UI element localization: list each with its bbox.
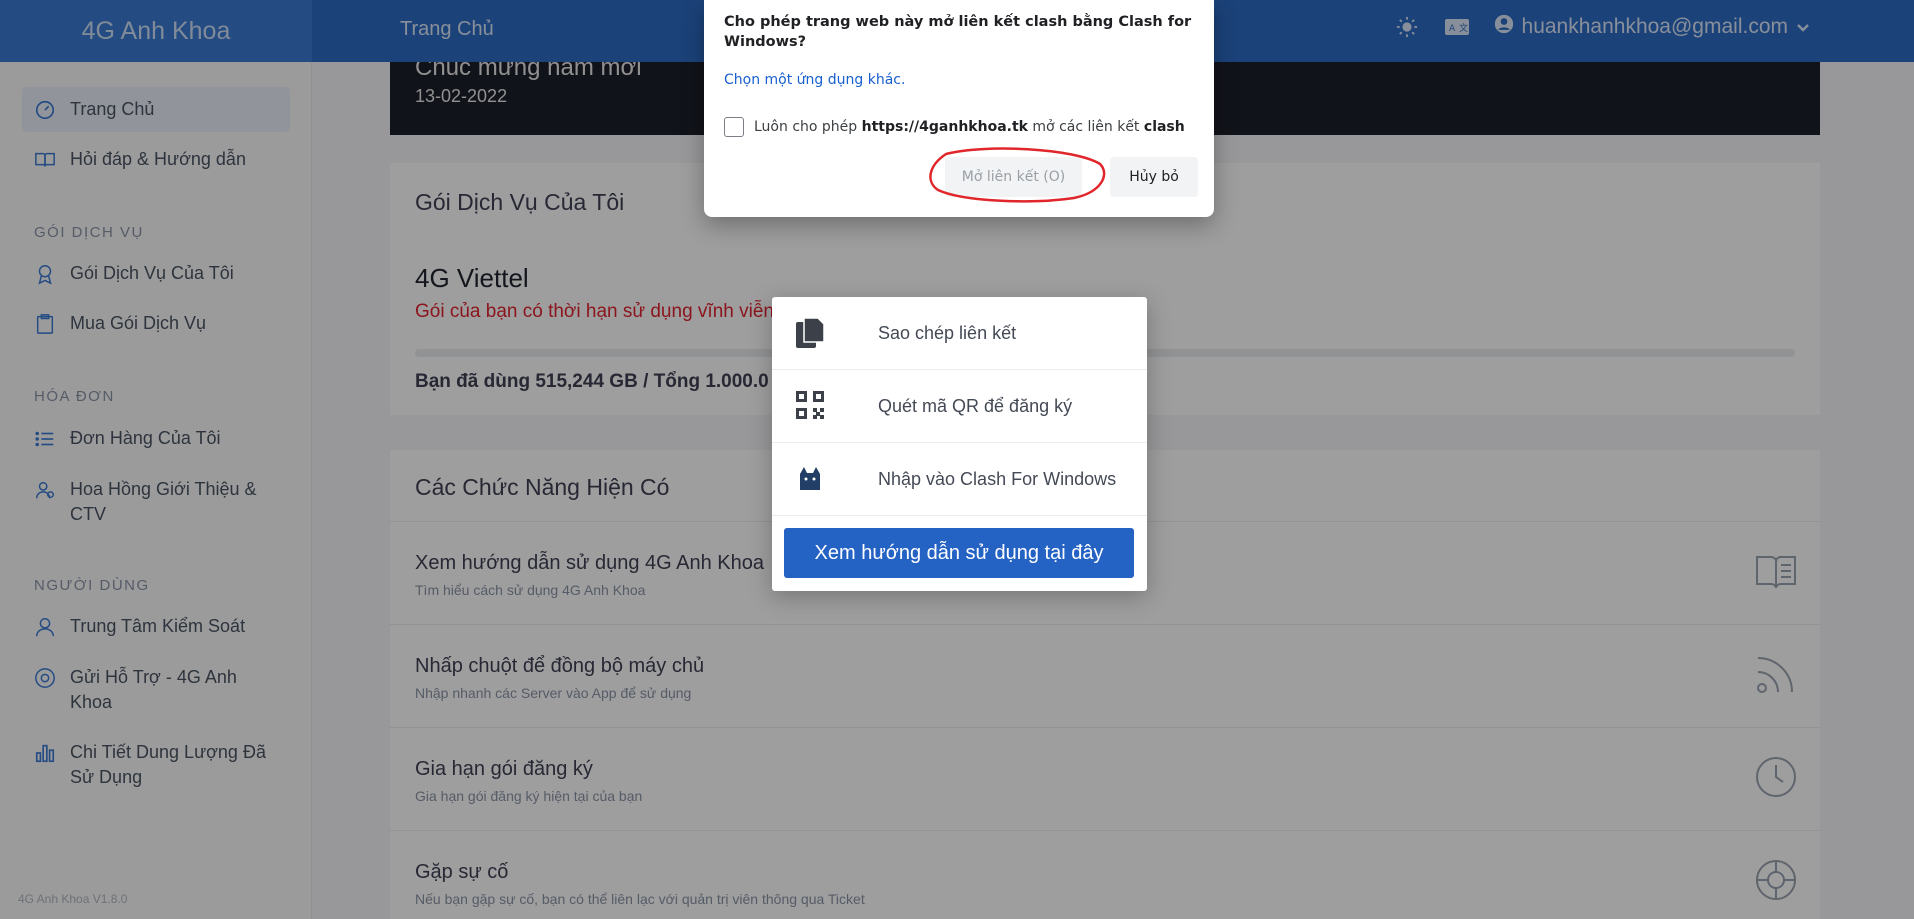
always-allow-checkbox[interactable] xyxy=(724,117,744,137)
open-link-button[interactable]: Mở liên kết (O) xyxy=(945,157,1082,197)
cancel-button[interactable]: Hủy bỏ xyxy=(1110,157,1198,197)
copy-icon xyxy=(794,316,826,350)
qr-code-icon xyxy=(794,389,826,423)
menu-item-label: Quét mã QR để đăng ký xyxy=(878,395,1073,416)
subscription-action-menu: Sao chép liên kết Quét mã QR để đăng ký … xyxy=(772,297,1147,591)
cat-icon xyxy=(794,462,826,496)
view-guide-button[interactable]: Xem hướng dẫn sử dụng tại đây xyxy=(784,528,1134,578)
menu-item-import-clash[interactable]: Nhập vào Clash For Windows xyxy=(772,443,1147,516)
menu-item-copy-link[interactable]: Sao chép liên kết xyxy=(772,297,1147,370)
open-external-app-dialog: Cho phép trang web này mở liên kết clash… xyxy=(704,0,1214,217)
always-allow-label: Luôn cho phép https://4ganhkhoa.tk mở cá… xyxy=(754,119,1185,135)
menu-item-label: Sao chép liên kết xyxy=(878,322,1017,343)
choose-other-app-link[interactable]: Chọn một ứng dụng khác. xyxy=(724,72,905,88)
dialog-title: Cho phép trang web này mở liên kết clash… xyxy=(724,14,1192,50)
menu-item-label: Nhập vào Clash For Windows xyxy=(878,468,1117,489)
always-allow-option[interactable]: Luôn cho phép https://4ganhkhoa.tk mở cá… xyxy=(724,117,1185,137)
menu-item-qr-code[interactable]: Quét mã QR để đăng ký xyxy=(772,370,1147,443)
